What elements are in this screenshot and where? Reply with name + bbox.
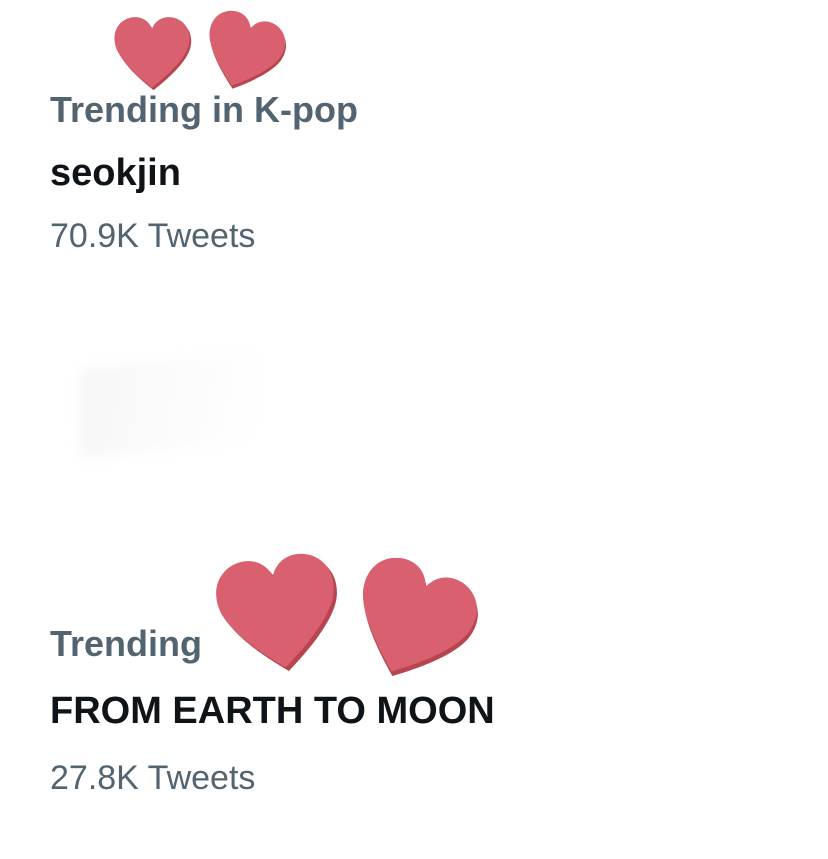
trend-item-seokjin[interactable]: Trending in K-pop seokjin 70.9K Tweets — [50, 90, 358, 256]
heart-icon — [209, 10, 286, 89]
trend-context: Trending in K-pop — [50, 89, 358, 130]
trend-context: Trending — [50, 623, 202, 664]
heart-icon — [114, 17, 192, 91]
trend-tweet-count: 70.9K Tweets — [50, 217, 256, 255]
trend-topic[interactable]: FROM EARTH TO MOON — [50, 690, 495, 732]
trend-item-from-earth-to-moon[interactable]: Trending FROM EARTH TO MOON 27.8K Tweets — [50, 624, 495, 798]
background-smudge — [80, 350, 260, 460]
trend-topic[interactable]: seokjin — [50, 152, 358, 194]
trend-tweet-count: 27.8K Tweets — [50, 759, 256, 797]
